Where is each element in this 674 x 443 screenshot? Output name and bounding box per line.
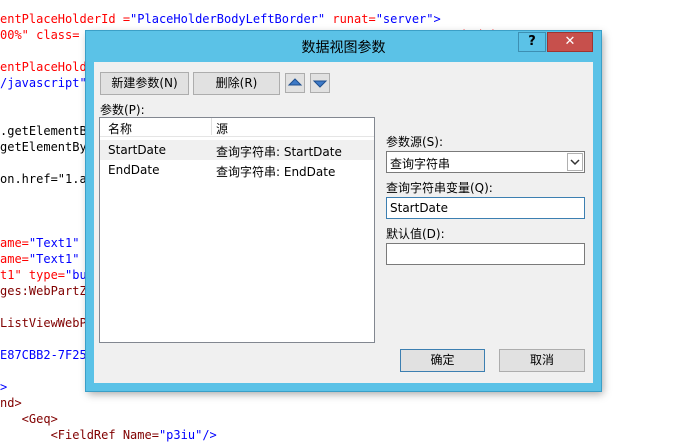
source-value: 查询字符串 bbox=[390, 157, 451, 171]
code-line: ame="Text1" bbox=[0, 251, 79, 267]
parameters-list[interactable]: 名称 源 StartDate 查询字符串: StartDate EndDate … bbox=[99, 117, 375, 343]
data-view-parameters-dialog: 数据视图参数 ? ✕ 新建参数(N) 删除(R) 参数(P): 名称 源 Sta… bbox=[86, 31, 601, 391]
arrow-down-icon bbox=[312, 80, 328, 88]
column-name[interactable]: 名称 bbox=[108, 120, 132, 137]
list-item[interactable]: EndDate 查询字符串: EndDate bbox=[100, 160, 374, 180]
code-token: nd> bbox=[0, 396, 22, 410]
new-parameter-button[interactable]: 新建参数(N) bbox=[100, 72, 189, 95]
cancel-button[interactable]: 取消 bbox=[499, 349, 585, 372]
code-token: /javascript" bbox=[0, 76, 87, 90]
column-source[interactable]: 源 bbox=[216, 120, 228, 137]
query-string-variable-input[interactable]: StartDate bbox=[386, 197, 585, 219]
code-token: ListViewWebP bbox=[0, 316, 87, 330]
code-line: > bbox=[0, 379, 7, 395]
chevron-down-icon bbox=[570, 159, 580, 166]
code-token: "Text1" bbox=[28, 236, 80, 250]
code-token: "PlaceHolderBodyLeftBorder" bbox=[130, 12, 326, 26]
code-token: entPlaceHolde bbox=[0, 60, 94, 74]
code-token: > bbox=[433, 12, 441, 26]
code-token: "p3iu" bbox=[158, 428, 203, 442]
code-token: ges:WebPartZ bbox=[0, 284, 87, 298]
code-token: entPlaceHolderId = bbox=[0, 12, 131, 26]
code-line: ame="Text1" bbox=[0, 235, 79, 251]
code-token: getElementBy bbox=[0, 140, 87, 154]
close-button[interactable]: ✕ bbox=[547, 32, 593, 52]
code-token: "Text1" bbox=[28, 252, 80, 266]
source-label: 参数源(S): bbox=[386, 135, 444, 149]
code-line: entPlaceHolde bbox=[0, 59, 94, 75]
code-line: on.href="1.a bbox=[0, 171, 87, 187]
source-dropdown[interactable]: 查询字符串 bbox=[386, 151, 585, 173]
default-value-label: 默认值(D): bbox=[386, 227, 445, 241]
code-token: <FieldRef Name= bbox=[0, 428, 159, 442]
code-line: getElementBy bbox=[0, 139, 87, 155]
move-up-button[interactable] bbox=[285, 73, 305, 93]
code-token: /> bbox=[202, 428, 217, 442]
code-token: "server" bbox=[375, 12, 434, 26]
delete-button[interactable]: 删除(R) bbox=[193, 72, 280, 95]
param-name: StartDate bbox=[108, 143, 166, 157]
query-string-variable-label: 查询字符串变量(Q): bbox=[386, 181, 493, 195]
code-token: > bbox=[0, 380, 8, 394]
param-name: EndDate bbox=[108, 163, 160, 177]
code-token: runat= bbox=[325, 12, 376, 26]
code-line: /javascript" bbox=[0, 75, 87, 91]
code-token: t1" type= bbox=[0, 268, 66, 282]
code-token: "bu bbox=[65, 268, 87, 282]
code-token: ame= bbox=[0, 252, 29, 266]
title-bar[interactable]: 数据视图参数 ? ✕ bbox=[86, 31, 601, 62]
parameters-label: 参数(P): bbox=[100, 103, 145, 117]
code-token: E87CBB2-7F25 bbox=[0, 348, 87, 362]
code-line: entPlaceHolderId ="PlaceHolderBodyLeftBo… bbox=[0, 11, 441, 27]
column-separator bbox=[211, 118, 212, 135]
code-token: ame= bbox=[0, 236, 29, 250]
query-string-variable-value: StartDate bbox=[390, 201, 448, 215]
code-line: .getElementB bbox=[0, 123, 87, 139]
code-line: nd> bbox=[0, 395, 22, 411]
code-token: .getElementB bbox=[0, 124, 87, 138]
default-value-input[interactable] bbox=[386, 243, 585, 265]
ok-button[interactable]: 确定 bbox=[400, 349, 485, 372]
help-button[interactable]: ? bbox=[518, 32, 546, 52]
list-header: 名称 源 bbox=[100, 118, 374, 137]
move-down-button[interactable] bbox=[310, 73, 330, 93]
code-token: on.href="1.a bbox=[0, 172, 87, 186]
code-token: 00%" class= bbox=[0, 28, 80, 42]
list-item[interactable]: StartDate 查询字符串: StartDate bbox=[100, 140, 374, 160]
dialog-body: 新建参数(N) 删除(R) 参数(P): 名称 源 StartDate 查询字符… bbox=[94, 62, 593, 383]
code-line: <FieldRef Name="p3iu"/> bbox=[0, 427, 217, 443]
code-line: t1" type="bu bbox=[0, 267, 87, 283]
code-token: <Geq> bbox=[0, 412, 58, 426]
arrow-up-icon bbox=[287, 78, 303, 86]
dropdown-button[interactable] bbox=[567, 153, 583, 171]
param-source: 查询字符串: StartDate bbox=[216, 145, 342, 159]
param-source: 查询字符串: EndDate bbox=[216, 165, 336, 179]
